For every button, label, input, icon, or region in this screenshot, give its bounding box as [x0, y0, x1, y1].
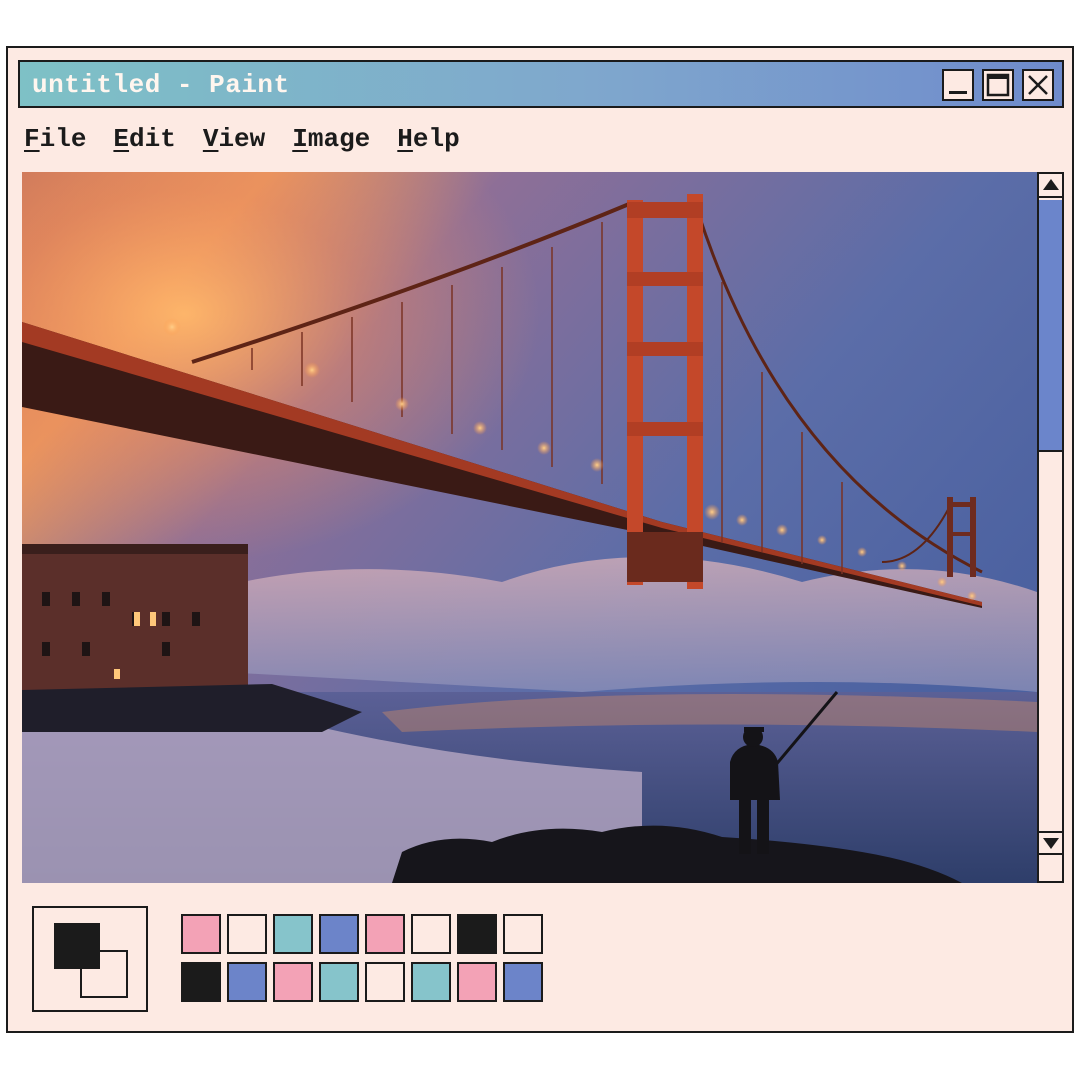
- menu-file[interactable]: File: [24, 122, 86, 158]
- foreground-color-swatch[interactable]: [54, 923, 100, 969]
- vertical-scrollbar[interactable]: [1037, 172, 1064, 883]
- maximize-icon: [986, 73, 1010, 97]
- scroll-down-button[interactable]: [1039, 831, 1062, 855]
- menu-edit-mnemonic: E: [113, 124, 130, 154]
- close-button[interactable]: [1022, 69, 1054, 101]
- palette-swatch[interactable]: [319, 962, 359, 1002]
- palette-swatch[interactable]: [181, 914, 221, 954]
- window-title: untitled - Paint: [32, 70, 290, 100]
- menu-file-mnemonic: F: [24, 124, 40, 154]
- color-palette: [181, 914, 549, 1002]
- minimize-button[interactable]: [942, 69, 974, 101]
- palette-swatch[interactable]: [365, 914, 405, 954]
- scroll-up-button[interactable]: [1039, 174, 1062, 198]
- palette-swatch[interactable]: [273, 962, 313, 1002]
- menu-help-mnemonic: H: [397, 124, 413, 154]
- menu-help-label: elp: [412, 124, 460, 154]
- title-bar[interactable]: untitled - Paint: [18, 60, 1064, 108]
- close-icon: [1028, 75, 1048, 95]
- menu-view[interactable]: View: [203, 122, 265, 158]
- palette-swatch[interactable]: [365, 962, 405, 1002]
- scroll-thumb[interactable]: [1039, 200, 1062, 453]
- canvas-image: [22, 172, 1037, 883]
- maximize-button[interactable]: [982, 69, 1014, 101]
- palette-swatch[interactable]: [457, 962, 497, 1002]
- minimize-icon: [949, 91, 967, 94]
- menu-bar: File Edit View Image Help: [24, 122, 460, 158]
- menu-edit[interactable]: Edit: [113, 122, 175, 158]
- palette-swatch[interactable]: [273, 914, 313, 954]
- paint-window: untitled - Paint File Edit View Image He…: [6, 46, 1074, 1033]
- menu-image-label: mage: [307, 124, 371, 154]
- palette-swatch[interactable]: [227, 962, 267, 1002]
- palette-swatch[interactable]: [411, 914, 451, 954]
- menu-file-label: ile: [39, 124, 87, 154]
- palette-swatch[interactable]: [319, 914, 359, 954]
- palette-swatch[interactable]: [411, 962, 451, 1002]
- menu-help[interactable]: Help: [397, 122, 459, 158]
- color-indicator: [32, 906, 148, 1012]
- palette-swatch[interactable]: [503, 914, 543, 954]
- menu-edit-label: dit: [129, 124, 176, 154]
- menu-view-label: iew: [218, 124, 266, 154]
- palette-swatch[interactable]: [181, 962, 221, 1002]
- arrow-down-icon: [1042, 838, 1059, 849]
- drawing-canvas[interactable]: [22, 172, 1037, 883]
- palette-swatch[interactable]: [227, 914, 267, 954]
- menu-view-mnemonic: V: [202, 124, 219, 154]
- menu-image-mnemonic: I: [292, 124, 308, 154]
- palette-swatch[interactable]: [457, 914, 497, 954]
- arrow-up-icon: [1042, 179, 1059, 190]
- palette-swatch[interactable]: [503, 962, 543, 1002]
- menu-image[interactable]: Image: [292, 122, 370, 158]
